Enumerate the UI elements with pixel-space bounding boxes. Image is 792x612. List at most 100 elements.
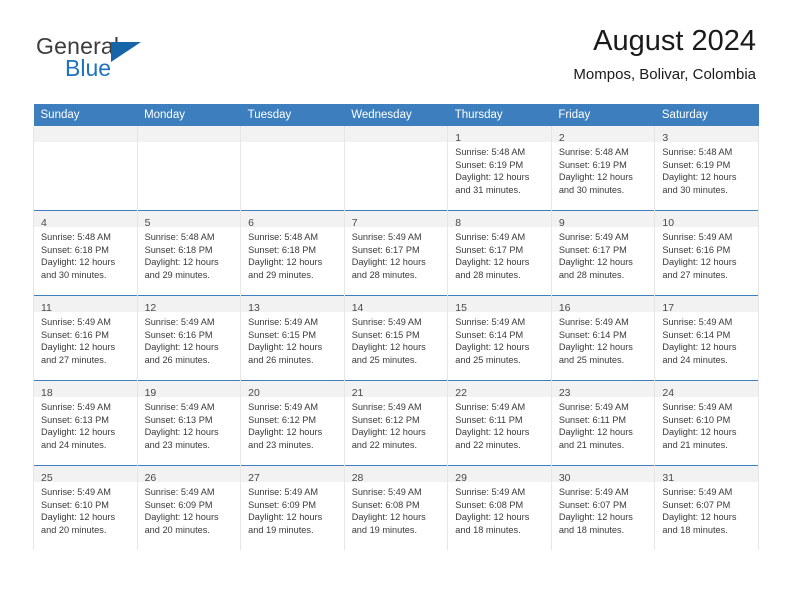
calendar-week-row: 4 Sunrise: 5:48 AM Sunset: 6:18 PM Daylight… xyxy=(33,210,759,296)
daylight-text-line1: Daylight: 12 hours xyxy=(41,342,116,353)
day-number-band: 5 xyxy=(137,211,241,229)
calendar-day-cell[interactable]: 19 Sunrise: 5:49 AM Sunset: 6:13 PM Dayligh… xyxy=(136,380,242,466)
day-details: Sunrise: 5:48 AM Sunset: 6:19 PM Daylight:… xyxy=(448,142,551,196)
day-number-band: 14 xyxy=(344,296,448,314)
sunrise-text: Sunrise: 5:48 AM xyxy=(41,232,111,242)
day-details: Sunrise: 5:49 AM Sunset: 6:08 PM Daylight:… xyxy=(345,482,448,536)
day-details: Sunrise: 5:48 AM Sunset: 6:18 PM Daylight:… xyxy=(241,227,344,281)
daylight-text-line2: and 30 minutes. xyxy=(662,184,728,195)
daylight-text-line1: Daylight: 12 hours xyxy=(662,342,737,353)
day-number: 8 xyxy=(455,217,462,229)
calendar-day-cell[interactable]: 25 Sunrise: 5:49 AM Sunset: 6:10 PM Dayligh… xyxy=(33,465,138,550)
daylight-text-line2: and 20 minutes. xyxy=(41,524,107,535)
daylight-text-line1: Daylight: 12 hours xyxy=(558,257,633,268)
calendar-day-cell[interactable]: 24 Sunrise: 5:49 AM Sunset: 6:10 PM Dayligh… xyxy=(654,380,759,466)
calendar-day-cell[interactable]: 23 Sunrise: 5:49 AM Sunset: 6:11 PM Dayligh… xyxy=(550,380,656,466)
calendar-day-cell[interactable]: 29 Sunrise: 5:49 AM Sunset: 6:08 PM Dayligh… xyxy=(447,465,552,550)
calendar-day-cell[interactable]: 17 Sunrise: 5:49 AM Sunset: 6:14 PM Dayligh… xyxy=(654,295,759,381)
daylight-text-line2: and 29 minutes. xyxy=(248,269,314,280)
day-details: Sunrise: 5:49 AM Sunset: 6:13 PM Daylight:… xyxy=(34,397,137,451)
calendar-header-row: Sunday Monday Tuesday Wednesday Thursday Frid… xyxy=(33,104,759,126)
day-details: Sunrise: 5:49 AM Sunset: 6:14 PM Daylight:… xyxy=(552,312,655,366)
calendar-day-cell[interactable]: 31 Sunrise: 5:49 AM Sunset: 6:07 PM Dayligh… xyxy=(654,465,759,550)
day-number-band: 21 xyxy=(344,381,448,399)
calendar-day-cell[interactable]: 6 Sunrise: 5:48 AM Sunset: 6:18 PM Daylight… xyxy=(240,210,345,296)
daylight-text-line2: and 25 minutes. xyxy=(558,354,625,365)
day-number-band: 24 xyxy=(655,381,758,399)
calendar-day-cell[interactable]: 22 Sunrise: 5:49 AM Sunset: 6:11 PM Dayligh… xyxy=(447,380,552,466)
calendar-day-cell[interactable]: 28 Sunrise: 5:49 AM Sunset: 6:08 PM Dayligh… xyxy=(343,465,449,550)
day-details: Sunrise: 5:48 AM Sunset: 6:18 PM Daylight:… xyxy=(34,227,137,281)
day-details: Sunrise: 5:49 AM Sunset: 6:09 PM Daylight:… xyxy=(241,482,344,536)
day-number: 9 xyxy=(558,217,565,229)
daylight-text-line1: Daylight: 12 hours xyxy=(662,257,737,268)
calendar-day-cell-empty xyxy=(136,126,242,211)
calendar-day-cell[interactable]: 27 Sunrise: 5:49 AM Sunset: 6:09 PM Dayligh… xyxy=(240,465,345,550)
day-details: Sunrise: 5:49 AM Sunset: 6:17 PM Daylight:… xyxy=(552,227,655,281)
calendar-day-cell[interactable]: 18 Sunrise: 5:49 AM Sunset: 6:13 PM Dayligh… xyxy=(33,380,138,466)
sunset-text: Sunset: 6:13 PM xyxy=(144,414,213,425)
calendar-day-cell[interactable]: 1 Sunrise: 5:48 AM Sunset: 6:19 PM Daylight… xyxy=(447,126,552,211)
day-number-band: 3 xyxy=(655,126,758,144)
sunset-text: Sunset: 6:19 PM xyxy=(662,159,731,170)
daylight-text-line2: and 19 minutes. xyxy=(351,524,418,535)
daylight-text-line2: and 28 minutes. xyxy=(351,269,418,280)
day-details: Sunrise: 5:49 AM Sunset: 6:16 PM Daylight:… xyxy=(138,312,241,366)
calendar-day-cell[interactable]: 14 Sunrise: 5:49 AM Sunset: 6:15 PM Dayligh… xyxy=(343,295,449,381)
day-number-band: 10 xyxy=(655,211,758,229)
daylight-text-line1: Daylight: 12 hours xyxy=(248,512,323,523)
daylight-text-line2: and 18 minutes. xyxy=(455,524,521,535)
sunrise-text: Sunrise: 5:49 AM xyxy=(662,487,733,497)
day-number: 15 xyxy=(455,302,467,314)
calendar-day-cell[interactable]: 30 Sunrise: 5:49 AM Sunset: 6:07 PM Dayligh… xyxy=(550,465,656,550)
calendar-day-cell[interactable]: 11 Sunrise: 5:49 AM Sunset: 6:16 PM Dayligh… xyxy=(33,295,138,381)
calendar-day-cell[interactable]: 2 Sunrise: 5:48 AM Sunset: 6:19 PM Daylight… xyxy=(550,126,656,211)
day-details: Sunrise: 5:49 AM Sunset: 6:09 PM Daylight:… xyxy=(138,482,241,536)
sunrise-text: Sunrise: 5:49 AM xyxy=(41,317,111,327)
daylight-text-line1: Daylight: 12 hours xyxy=(351,342,426,353)
calendar-day-cell[interactable]: 26 Sunrise: 5:49 AM Sunset: 6:09 PM Dayligh… xyxy=(136,465,242,550)
day-number: 13 xyxy=(248,302,260,314)
daylight-text-line1: Daylight: 12 hours xyxy=(662,512,737,523)
day-details: Sunrise: 5:49 AM Sunset: 6:07 PM Daylight:… xyxy=(655,482,758,536)
calendar-day-cell[interactable]: 7 Sunrise: 5:49 AM Sunset: 6:17 PM Daylight… xyxy=(343,210,449,296)
calendar-day-cell[interactable]: 16 Sunrise: 5:49 AM Sunset: 6:14 PM Dayligh… xyxy=(550,295,656,381)
sunset-text: Sunset: 6:19 PM xyxy=(558,159,627,170)
calendar-day-cell[interactable]: 15 Sunrise: 5:49 AM Sunset: 6:14 PM Dayligh… xyxy=(447,295,552,381)
day-number: 20 xyxy=(248,387,260,399)
daylight-text-line2: and 26 minutes. xyxy=(144,354,210,365)
day-number-band: 11 xyxy=(34,296,137,314)
day-number: 4 xyxy=(41,217,47,229)
calendar-day-cell[interactable]: 5 Sunrise: 5:48 AM Sunset: 6:18 PM Daylight… xyxy=(136,210,242,296)
calendar-day-cell[interactable]: 4 Sunrise: 5:48 AM Sunset: 6:18 PM Daylight… xyxy=(33,210,138,296)
calendar-day-cell[interactable]: 12 Sunrise: 5:49 AM Sunset: 6:16 PM Dayligh… xyxy=(136,295,242,381)
calendar-day-cell[interactable]: 3 Sunrise: 5:48 AM Sunset: 6:19 PM Daylight… xyxy=(654,126,759,211)
day-number: 31 xyxy=(662,472,675,484)
sunset-text: Sunset: 6:08 PM xyxy=(351,499,420,510)
daylight-text-line2: and 27 minutes. xyxy=(41,354,107,365)
general-blue-logo[interactable]: General Blue xyxy=(36,34,176,86)
day-details: Sunrise: 5:49 AM Sunset: 6:15 PM Daylight:… xyxy=(241,312,344,366)
day-number: 24 xyxy=(662,387,675,399)
day-details: Sunrise: 5:49 AM Sunset: 6:14 PM Daylight:… xyxy=(655,312,758,366)
daylight-text-line1: Daylight: 12 hours xyxy=(351,512,426,523)
daylight-text-line1: Daylight: 12 hours xyxy=(248,257,323,268)
day-number: 17 xyxy=(662,302,675,314)
daylight-text-line1: Daylight: 12 hours xyxy=(144,512,219,523)
sunrise-text: Sunrise: 5:49 AM xyxy=(558,402,629,412)
calendar-day-cell[interactable]: 20 Sunrise: 5:49 AM Sunset: 6:12 PM Dayligh… xyxy=(240,380,345,466)
calendar-day-cell[interactable]: 9 Sunrise: 5:49 AM Sunset: 6:17 PM Daylight… xyxy=(550,210,656,296)
calendar-day-cell[interactable]: 13 Sunrise: 5:49 AM Sunset: 6:15 PM Dayligh… xyxy=(240,295,345,381)
daylight-text-line2: and 26 minutes. xyxy=(248,354,314,365)
daylight-text-line1: Daylight: 12 hours xyxy=(144,342,219,353)
day-details: Sunrise: 5:49 AM Sunset: 6:17 PM Daylight:… xyxy=(345,227,448,281)
calendar-day-cell[interactable]: 8 Sunrise: 5:49 AM Sunset: 6:17 PM Daylight… xyxy=(447,210,552,296)
day-details: Sunrise: 5:49 AM Sunset: 6:16 PM Daylight:… xyxy=(34,312,137,366)
calendar-body: 1 Sunrise: 5:48 AM Sunset: 6:19 PM Daylight… xyxy=(33,126,759,550)
daylight-text-line2: and 20 minutes. xyxy=(144,524,210,535)
calendar-day-cell[interactable]: 10 Sunrise: 5:49 AM Sunset: 6:16 PM Dayligh… xyxy=(654,210,759,296)
day-details: Sunrise: 5:49 AM Sunset: 6:10 PM Daylight:… xyxy=(655,397,758,451)
calendar-day-cell[interactable]: 21 Sunrise: 5:49 AM Sunset: 6:12 PM Dayligh… xyxy=(343,380,449,466)
calendar-day-cell-empty xyxy=(33,126,138,211)
day-number: 11 xyxy=(41,302,52,314)
